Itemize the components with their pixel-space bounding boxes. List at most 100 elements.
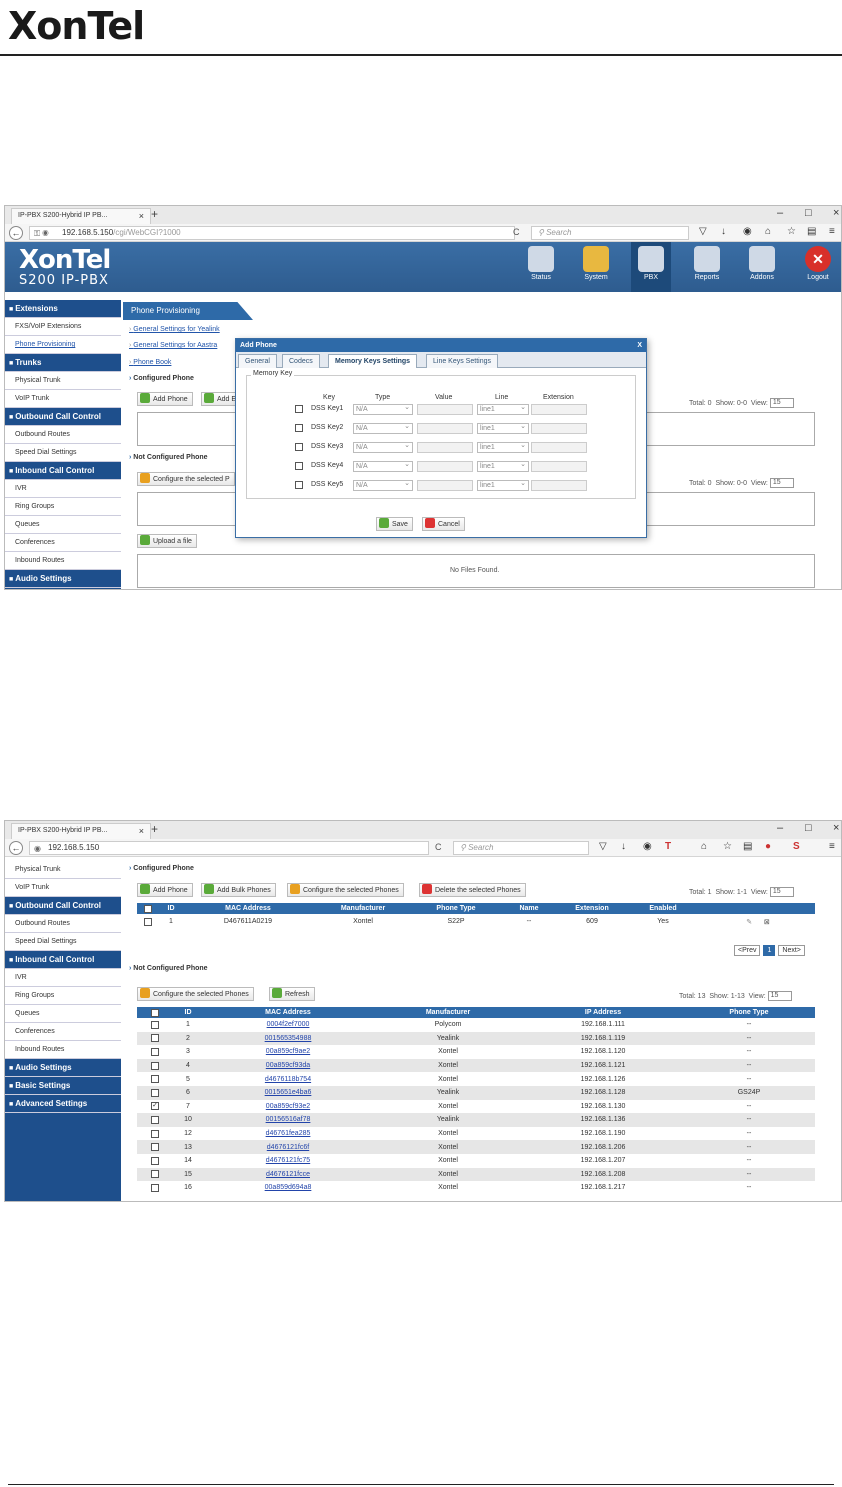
configure-selected-button-2[interactable]: Configure the selected Phones: [137, 987, 254, 1001]
dss-key-line-select[interactable]: line1: [477, 441, 529, 453]
tab-memory-keys[interactable]: Memory Keys Settings: [328, 354, 418, 368]
url-bar[interactable]: ⚿ ◉ 192.168.5.150/cgi/WebCGI?1000: [29, 226, 515, 240]
link-yealink-settings[interactable]: General Settings for Yealink: [129, 326, 219, 333]
dss-key-extension-field[interactable]: [531, 480, 587, 491]
dss-key-value-field[interactable]: [417, 404, 473, 415]
sidebar-item-outbound-routes[interactable]: Outbound Routes: [5, 915, 121, 933]
dss-key-extension-field[interactable]: [531, 461, 587, 472]
mac-link[interactable]: 001565354988: [265, 1035, 312, 1042]
dss-key-type-select[interactable]: N/A: [353, 460, 413, 472]
table-row[interactable]: 1 D467611A0219 Xontel S22P -- 609 Yes ✎ …: [137, 914, 815, 929]
add-phone-button[interactable]: Add Phone: [137, 392, 193, 406]
site-info-icon[interactable]: ⚿ ◉: [34, 228, 49, 240]
dss-key-line-select[interactable]: line1: [477, 403, 529, 415]
view-select[interactable]: 15: [769, 478, 794, 488]
close-window-button[interactable]: ×: [833, 822, 839, 834]
dss-key-line-select[interactable]: line1: [477, 460, 529, 472]
table-row[interactable]: 1 0004f2ef7000 Polycom 192.168.1.111 --: [137, 1018, 815, 1032]
tab-line-keys[interactable]: Line Keys Settings: [426, 354, 498, 368]
configure-selected-button[interactable]: Configure the selected Phones: [287, 883, 404, 897]
tab-general[interactable]: General: [238, 354, 277, 368]
tab-close-icon[interactable]: ×: [139, 824, 144, 838]
table-row[interactable]: 6 0015651e4ba6 Yealink 192.168.1.128 GS24P: [137, 1085, 815, 1100]
upload-file-button[interactable]: Upload a file: [137, 534, 197, 548]
link-aastra-settings[interactable]: General Settings for Aastra: [129, 342, 217, 349]
mac-link[interactable]: d4676121fc75: [266, 1157, 310, 1164]
mac-link[interactable]: 00a859cf9ae2: [266, 1048, 310, 1055]
sidebar-item-inbound-routes[interactable]: Inbound Routes: [5, 1041, 121, 1059]
pocket-icon[interactable]: ▽: [699, 226, 707, 237]
reading-list-icon[interactable]: ▤: [743, 841, 752, 852]
row-checkbox[interactable]: [151, 1034, 159, 1043]
sidebar-item-audio-settings[interactable]: Audio Settings: [5, 1059, 121, 1077]
table-row[interactable]: 13 d4676121fc6f Xontel 192.168.1.206 --: [137, 1140, 815, 1154]
table-row[interactable]: 5 d4676118b754 Xontel 192.168.1.126 --: [137, 1072, 815, 1086]
pocket-icon[interactable]: ▽: [599, 841, 607, 852]
mac-link[interactable]: 00a859d694a8: [265, 1184, 312, 1191]
reload-icon[interactable]: C: [435, 842, 442, 852]
mac-link[interactable]: 0015651e4ba6: [265, 1089, 312, 1096]
refresh-button[interactable]: Refresh: [269, 987, 315, 1001]
sidebar-item-physical-trunk[interactable]: Physical Trunk: [5, 372, 121, 390]
new-tab-icon[interactable]: +: [151, 207, 158, 221]
mac-link[interactable]: d4676121fcce: [266, 1171, 310, 1178]
sidebar-item-inbound-call-control[interactable]: Inbound Call Control: [5, 462, 121, 480]
maximize-button[interactable]: □: [805, 822, 812, 834]
dss-key-value-field[interactable]: [417, 423, 473, 434]
table-row[interactable]: 16 00a859d694a8 Xontel 192.168.1.217 --: [137, 1181, 815, 1195]
extension-icon[interactable]: ◉: [743, 226, 752, 237]
row-checkbox[interactable]: [151, 1047, 159, 1056]
search-input[interactable]: ⚲ Search: [453, 841, 589, 855]
dss-key-value-field[interactable]: [417, 480, 473, 491]
view-select[interactable]: 15: [767, 991, 792, 1001]
sidebar-item-ivr[interactable]: IVR: [5, 480, 121, 498]
sidebar-item-voip-trunk[interactable]: VoIP Trunk: [5, 390, 121, 408]
bookmark-star-icon[interactable]: ☆: [723, 841, 732, 852]
dss-key-checkbox[interactable]: [295, 462, 303, 470]
dss-key-checkbox[interactable]: [295, 443, 303, 451]
dss-key-type-select[interactable]: N/A: [353, 441, 413, 453]
sidebar-item-basic-settings[interactable]: Basic Settings: [5, 1077, 121, 1095]
sidebar-item-speed-dial-settings[interactable]: Speed Dial Settings: [5, 444, 121, 462]
sidebar-item-conferences[interactable]: Conferences: [5, 534, 121, 552]
row-checkbox[interactable]: ✓: [151, 1102, 159, 1111]
row-checkbox[interactable]: [151, 1183, 159, 1192]
dss-key-checkbox[interactable]: [295, 481, 303, 489]
mac-link[interactable]: 00a859cf93da: [266, 1062, 310, 1069]
dss-key-checkbox[interactable]: [295, 405, 303, 413]
add-bulk-phones-button[interactable]: Add Bulk Phones: [201, 883, 276, 897]
row-checkbox[interactable]: [151, 1020, 159, 1029]
dss-key-type-select[interactable]: N/A: [353, 422, 413, 434]
cancel-button[interactable]: Cancel: [422, 517, 465, 531]
nav-pbx[interactable]: PBX: [631, 242, 671, 292]
view-select[interactable]: 15: [769, 887, 794, 897]
row-checkbox[interactable]: [151, 1061, 159, 1070]
table-row[interactable]: 4 00a859cf93da Xontel 192.168.1.121 --: [137, 1058, 815, 1073]
bookmark-star-icon[interactable]: ☆: [787, 226, 796, 237]
sidebar-item-extensions[interactable]: Extensions: [5, 300, 121, 318]
nav-reports[interactable]: Reports: [687, 246, 727, 281]
sidebar-item-outbound-call-control[interactable]: Outbound Call Control: [5, 408, 121, 426]
sidebar-item-physical-trunk[interactable]: Physical Trunk: [5, 861, 121, 879]
configure-selected-button[interactable]: Configure the selected P: [137, 472, 235, 486]
sidebar-item-inbound-call-control[interactable]: Inbound Call Control: [5, 951, 121, 969]
sidebar-item-fxs-voip-extensions[interactable]: FXS/VoIP Extensions: [5, 318, 121, 336]
add-phone-button[interactable]: Add Phone: [137, 883, 193, 897]
sidebar-item-conferences[interactable]: Conferences: [5, 1023, 121, 1041]
delete-row-icon[interactable]: ⊠: [764, 919, 770, 926]
s-addon-icon[interactable]: S: [793, 841, 800, 852]
url-bar[interactable]: ◉ 192.168.5.150: [29, 841, 429, 855]
menu-icon[interactable]: ≡: [829, 226, 835, 237]
nav-addons[interactable]: Addons: [742, 246, 782, 281]
tab-close-icon[interactable]: ×: [139, 209, 144, 223]
table-row[interactable]: 10 00156516af78 Yealink 192.168.1.136 --: [137, 1113, 815, 1127]
sidebar-item-outbound-call-control[interactable]: Outbound Call Control: [5, 897, 121, 915]
sidebar-item-queues[interactable]: Queues: [5, 1005, 121, 1023]
browser-tab[interactable]: IP-PBX S200-Hybrid IP PB... ×: [11, 823, 151, 839]
dss-key-value-field[interactable]: [417, 461, 473, 472]
reading-list-icon[interactable]: ▤: [807, 226, 816, 237]
view-select[interactable]: 15: [769, 398, 794, 408]
table-row[interactable]: 15 d4676121fcce Xontel 192.168.1.208 --: [137, 1167, 815, 1182]
dss-key-type-select[interactable]: N/A: [353, 403, 413, 415]
mac-link[interactable]: d46761fea285: [266, 1130, 311, 1137]
